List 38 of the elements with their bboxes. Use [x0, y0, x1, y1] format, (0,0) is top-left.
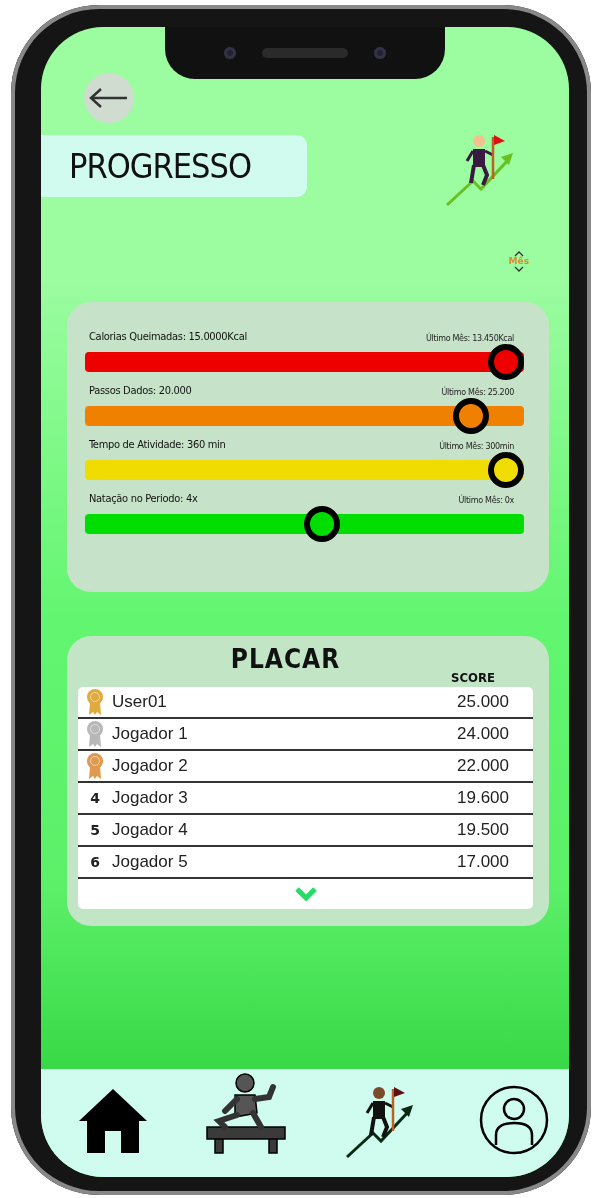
profile-icon[interactable] [479, 1085, 549, 1155]
player-score: 17.000 [457, 852, 509, 872]
leaderboard-title: PLACAR [230, 644, 341, 674]
player-score: 24.000 [457, 724, 509, 744]
back-arrow-icon [89, 87, 129, 109]
slider-thumb[interactable] [453, 398, 490, 434]
player-score: 25.000 [457, 692, 509, 712]
player-name: Jogador 5 [112, 852, 189, 872]
player-score: 22.000 [457, 756, 509, 776]
stat-label: Natação no Periodo: 4x [89, 492, 198, 505]
player-score: 19.600 [457, 788, 509, 808]
last-month-value: Último Mês: 25.200 [441, 388, 514, 397]
player-name: Jogador 2 [112, 756, 189, 776]
player-name: Jogador 4 [112, 820, 189, 840]
last-month-value: Último Mês: 0x [458, 496, 514, 505]
period-selector[interactable]: Mês [508, 251, 529, 272]
rank-number: 6 [90, 854, 100, 870]
player-score: 19.500 [457, 820, 509, 840]
home-icon[interactable] [77, 1087, 149, 1155]
up-chevron-icon [513, 251, 524, 257]
score-header: SCORE [451, 670, 495, 685]
down-chevron-icon [513, 266, 524, 272]
page-title: PROGRESSO [69, 146, 251, 186]
last-month-value: Último Mês: 13.450Kcal [425, 334, 514, 343]
player-name: Jogador 3 [112, 788, 189, 808]
slider-thumb[interactable] [488, 452, 525, 488]
player-name: User01 [112, 692, 168, 712]
rank-number: 4 [90, 790, 100, 806]
slider-thumb[interactable] [488, 344, 525, 380]
hurdle-runner-icon[interactable] [205, 1073, 287, 1155]
stat-label: Passos Dados: 20.000 [89, 384, 192, 397]
last-month-value: Último Mês: 300min [439, 442, 514, 451]
stat-label: Tempo de Atividade: 360 min [89, 438, 226, 451]
player-name: Jogador 1 [112, 724, 189, 744]
slider-thumb[interactable] [304, 506, 341, 542]
stat-label: Calorias Queimadas: 15.0000Kcal [89, 330, 247, 343]
back-button[interactable] [84, 73, 134, 123]
rank-number: 5 [90, 822, 100, 838]
